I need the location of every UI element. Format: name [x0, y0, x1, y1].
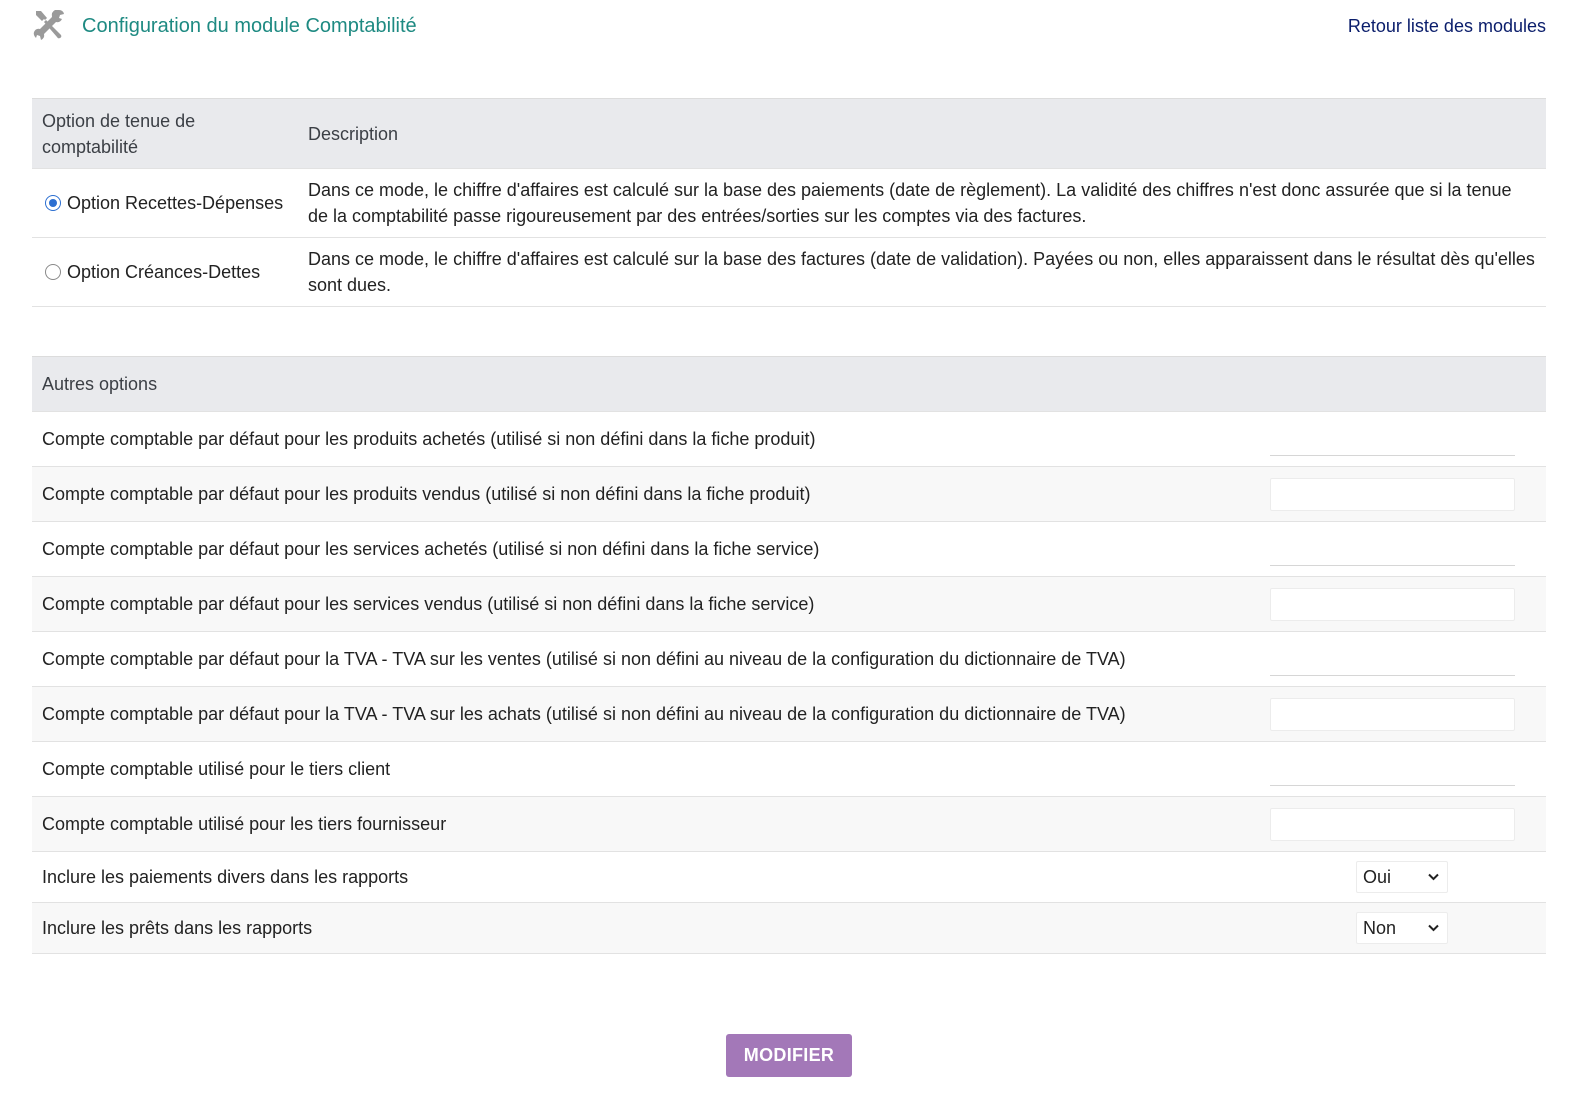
accounting-mode-table: Option de tenue de comptabilité Descript… [32, 98, 1546, 307]
account-input-services-sold[interactable] [1270, 587, 1515, 621]
mode-row-receipts-expenses: Option Recettes-Dépenses Dans ce mode, l… [32, 168, 1546, 238]
tools-icon [33, 10, 64, 40]
page-header: Configuration du module Comptabilité Ret… [32, 6, 1546, 46]
account-row: Compte comptable par défaut pour les ser… [32, 521, 1546, 577]
account-label: Compte comptable par défaut pour la TVA … [32, 631, 1256, 687]
account-input-services-bought[interactable] [1270, 532, 1515, 566]
select-value: Oui [1363, 867, 1392, 887]
account-label: Compte comptable par défaut pour les ser… [32, 521, 1256, 577]
column-header-option: Option de tenue de comptabilité [32, 98, 298, 169]
account-input-products-bought[interactable] [1270, 422, 1515, 456]
modify-button[interactable]: MODIFIER [726, 1034, 852, 1077]
table-header: Option de tenue de comptabilité Descript… [32, 98, 1546, 169]
chevron-down-icon [1428, 924, 1439, 932]
account-input-products-sold[interactable] [1270, 477, 1515, 511]
chevron-down-icon [1428, 873, 1439, 881]
radio-receipts-expenses[interactable] [45, 195, 61, 211]
account-label: Compte comptable par défaut pour la TVA … [32, 686, 1256, 742]
page-title: Configuration du module Comptabilité [82, 15, 417, 37]
account-label: Compte comptable utilisé pour les tiers … [32, 796, 1256, 852]
select-label: Inclure les prêts dans les rapports [32, 902, 1256, 954]
account-row: Compte comptable utilisé pour les tiers … [32, 796, 1546, 852]
account-label: Compte comptable par défaut pour les pro… [32, 411, 1256, 467]
account-label: Compte comptable par défaut pour les ser… [32, 576, 1256, 632]
account-input-vat-purchases[interactable] [1270, 697, 1515, 731]
include-loans-select[interactable]: Non [1356, 912, 1448, 944]
account-row: Compte comptable par défaut pour la TVA … [32, 631, 1546, 687]
table-header: Autres options [32, 356, 1546, 412]
select-row: Inclure les prêts dans les rapports Non [32, 902, 1546, 954]
option-cell: Option Créances-Dettes [32, 237, 298, 307]
account-input-customer[interactable] [1270, 752, 1515, 786]
back-to-modules-link[interactable]: Retour liste des modules [1348, 16, 1546, 37]
select-value: Non [1363, 918, 1397, 938]
account-input-vat-sales[interactable] [1270, 642, 1515, 676]
other-options-table: Autres options Compte comptable par défa… [32, 356, 1546, 954]
option-description: Dans ce mode, le chiffre d'affaires est … [298, 168, 1546, 238]
account-input-supplier[interactable] [1270, 807, 1515, 841]
select-label: Inclure les paiements divers dans les ra… [32, 851, 1256, 903]
radio-receivables-payables[interactable] [45, 264, 61, 280]
other-options-header: Autres options [32, 356, 1546, 412]
select-row: Inclure les paiements divers dans les ra… [32, 851, 1546, 903]
mode-row-receivables-payables: Option Créances-Dettes Dans ce mode, le … [32, 237, 1546, 307]
column-header-description: Description [298, 98, 1546, 169]
option-label[interactable]: Option Recettes-Dépenses [67, 193, 283, 213]
account-row: Compte comptable par défaut pour les pro… [32, 466, 1546, 522]
account-label: Compte comptable utilisé pour le tiers c… [32, 741, 1256, 797]
account-label: Compte comptable par défaut pour les pro… [32, 466, 1256, 522]
option-description: Dans ce mode, le chiffre d'affaires est … [298, 237, 1546, 307]
option-cell: Option Recettes-Dépenses [32, 168, 298, 238]
include-misc-payments-select[interactable]: Oui [1356, 861, 1448, 893]
account-row: Compte comptable par défaut pour les pro… [32, 411, 1546, 467]
account-row: Compte comptable par défaut pour les ser… [32, 576, 1546, 632]
option-label[interactable]: Option Créances-Dettes [67, 262, 260, 282]
account-row: Compte comptable par défaut pour la TVA … [32, 686, 1546, 742]
account-row: Compte comptable utilisé pour le tiers c… [32, 741, 1546, 797]
